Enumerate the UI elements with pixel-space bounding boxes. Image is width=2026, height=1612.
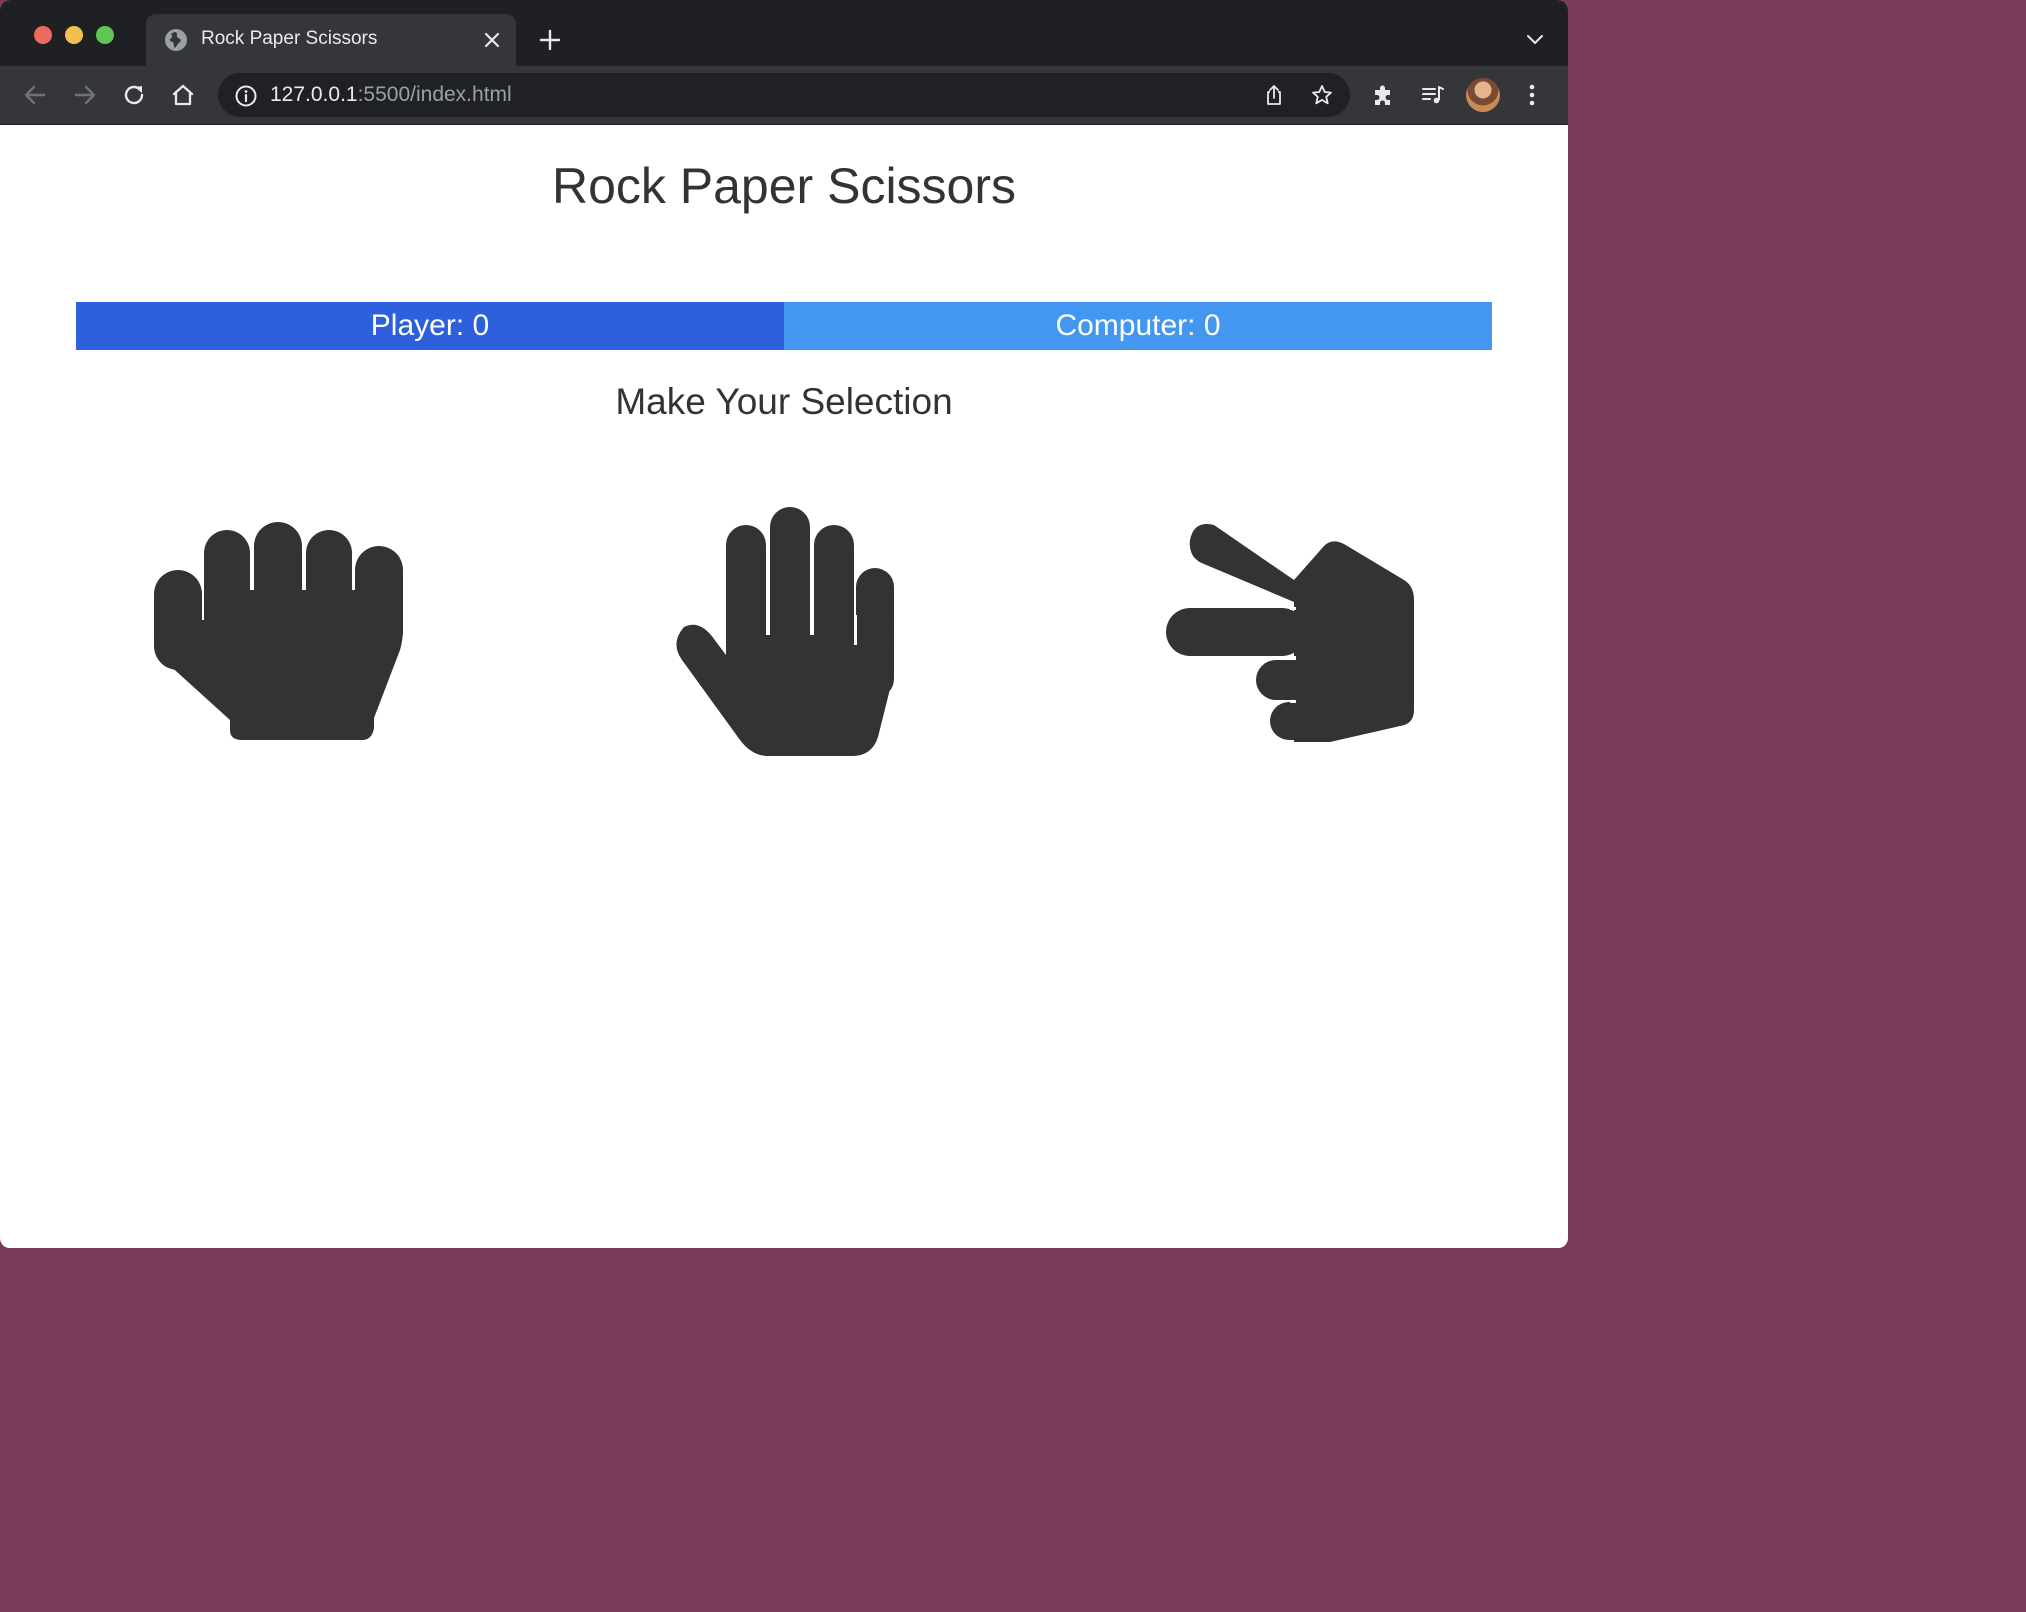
fist-icon [154, 522, 403, 740]
rock-button[interactable] [152, 520, 406, 745]
scoreboard: Player: 0 Computer: 0 [76, 302, 1492, 350]
player-score: Player: 0 [76, 302, 784, 350]
page-title: Rock Paper Scissors [551, 158, 1017, 214]
media-queue-icon[interactable] [1420, 82, 1446, 108]
profile-avatar[interactable] [1466, 78, 1500, 112]
browser-toolbar: 127.0.0.1:5500/index.html [0, 66, 1568, 125]
paper-button[interactable] [674, 505, 896, 759]
browser-window: Rock Paper Scissors 127.0.0.1:5500/index… [0, 0, 1568, 1248]
peace-hand-icon [1166, 524, 1414, 742]
forward-arrow-icon[interactable] [72, 82, 98, 108]
browser-tab[interactable]: Rock Paper Scissors [146, 14, 516, 66]
new-tab-icon[interactable] [538, 28, 562, 52]
extensions-puzzle-icon[interactable] [1370, 82, 1396, 108]
scissors-button[interactable] [1164, 520, 1420, 745]
url-host: 127.0.0.1 [270, 83, 358, 106]
share-icon[interactable] [1262, 83, 1286, 107]
url-path: :5500/index.html [357, 83, 512, 106]
chevron-down-icon[interactable] [1526, 32, 1544, 46]
address-bar[interactable]: 127.0.0.1:5500/index.html [218, 73, 1350, 117]
selection-heading: Make Your Selection [615, 381, 953, 422]
home-icon[interactable] [170, 82, 196, 108]
tab-strip: Rock Paper Scissors [0, 0, 1568, 66]
close-tab-icon[interactable] [482, 30, 502, 50]
minimize-window-button[interactable] [65, 26, 83, 44]
back-arrow-icon[interactable] [22, 82, 48, 108]
url-text[interactable]: 127.0.0.1:5500/index.html [270, 83, 512, 107]
globe-icon [165, 29, 187, 51]
bookmark-star-icon[interactable] [1310, 83, 1334, 107]
reload-icon[interactable] [121, 82, 147, 108]
page-content: Rock Paper Scissors Player: 0 Computer: … [2, 125, 1566, 1248]
close-window-button[interactable] [34, 26, 52, 44]
info-icon[interactable] [234, 84, 258, 108]
more-menu-icon[interactable] [1519, 82, 1545, 108]
maximize-window-button[interactable] [96, 26, 114, 44]
computer-score: Computer: 0 [784, 302, 1492, 350]
open-hand-icon [676, 507, 894, 756]
tab-title: Rock Paper Scissors [201, 28, 378, 49]
